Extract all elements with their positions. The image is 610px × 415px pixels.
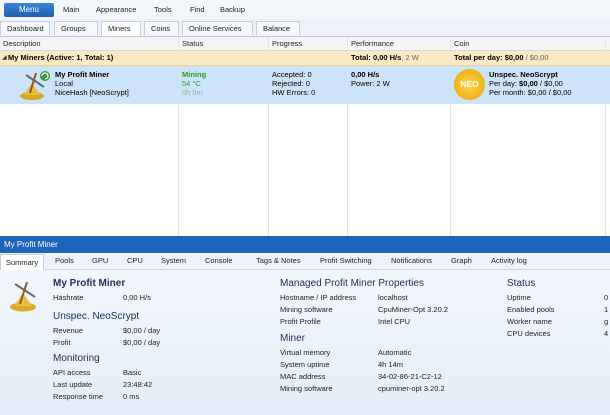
virtual-memory-value: Automatic: [378, 348, 412, 357]
miner-icon-large: [8, 278, 44, 312]
ribbon-tab-backup[interactable]: Backup: [220, 5, 245, 14]
worker-name-label: Worker name: [507, 317, 552, 326]
tab-graph[interactable]: Graph: [451, 256, 472, 265]
hashrate-label: Hashrate: [53, 293, 84, 302]
tab-miners[interactable]: Miners: [101, 21, 141, 36]
tab-gpu[interactable]: GPU: [92, 256, 108, 265]
mac-address-label: MAC address: [280, 372, 326, 381]
group-per-day-alt: / $0,00: [523, 53, 549, 62]
system-uptime-label: System uptime: [280, 360, 330, 369]
miner-uptime: 0h 0m: [182, 88, 203, 97]
tab-pools[interactable]: Pools: [55, 256, 74, 265]
tab-notifications[interactable]: Notifications: [391, 256, 432, 265]
summary-coin-title: Unspec. NeoScrypt: [53, 311, 140, 322]
column-performance[interactable]: Performance: [351, 39, 394, 48]
tab-tags-notes[interactable]: Tags & Notes: [256, 256, 301, 265]
group-row[interactable]: ◢ My Miners (Active: 1, Total: 1) Total:…: [0, 51, 610, 66]
tab-balance[interactable]: Balance: [256, 21, 300, 35]
last-update-label: Last update: [53, 380, 93, 389]
system-uptime-value: 4h 14m: [378, 360, 404, 369]
tab-console[interactable]: Console: [205, 256, 233, 265]
miner-pool: NiceHash [NeoScrypt]: [55, 88, 129, 97]
profit-profile-value: Intel CPU: [378, 317, 411, 326]
tab-online-services[interactable]: Online Services: [182, 21, 253, 35]
coin-neo-icon: NEO: [454, 69, 485, 100]
tab-dashboard[interactable]: Dashboard: [0, 21, 50, 35]
enabled-pools-value: 1: [604, 305, 609, 314]
mining-software-value: CpuMiner-Opt 3.20.2: [378, 305, 449, 314]
collapse-triangle-icon[interactable]: ◢: [2, 54, 7, 61]
group-per-day: Total per day: $0,00 / $0,00: [454, 53, 549, 63]
api-access-value: Basic: [123, 368, 142, 377]
group-total-hashrate: Total: 0,00 H/s: [351, 53, 402, 62]
miner-power: Power: 2 W: [351, 79, 390, 88]
miner-icon: [18, 69, 52, 101]
mac-address-value: 34-02-86-21-C2-12: [378, 372, 442, 381]
profit-label: Profit: [53, 338, 71, 347]
column-description[interactable]: Description: [3, 39, 41, 48]
ribbon-tab-main[interactable]: Main: [63, 5, 79, 14]
group-per-day-label: Total per day:: [454, 53, 503, 62]
cpu-devices-value: 4: [604, 329, 609, 338]
ribbon-tab-find[interactable]: Find: [190, 5, 205, 14]
detail-panel-title: My Profit Miner: [0, 236, 610, 253]
hostname-value: localhost: [378, 293, 408, 302]
worker-name-value: g: [604, 317, 609, 326]
ribbon: Menu Main Appearance Tools Find Backup: [0, 0, 610, 20]
cpu-devices-label: CPU devices: [507, 329, 551, 338]
status-uptime-label: Uptime: [507, 293, 531, 302]
column-status[interactable]: Status: [182, 39, 203, 48]
summary-panel: My Profit Miner Hashrate 0,00 H/s Unspec…: [0, 270, 610, 415]
hw-errors: HW Errors: 0: [272, 88, 316, 97]
miner-section-title: Miner: [280, 333, 306, 344]
mining-software-2-value: cpuminer-opt 3.20.2: [378, 384, 445, 393]
monitoring-title: Monitoring: [53, 353, 100, 364]
tab-groups[interactable]: Groups: [54, 21, 98, 35]
group-label: My Miners (Active: 1, Total: 1): [8, 53, 114, 62]
detail-tabs: Summary Pools GPU CPU System Console Tag…: [0, 253, 610, 270]
hashrate-value: 0,00 H/s: [123, 293, 151, 302]
response-time-label: Response time: [53, 392, 104, 401]
coin-per-day-value: $0,00: [519, 79, 538, 88]
column-coin[interactable]: Coin: [454, 39, 469, 48]
column-progress[interactable]: Progress: [272, 39, 302, 48]
ribbon-tab-tools[interactable]: Tools: [154, 5, 172, 14]
tab-system[interactable]: System: [161, 256, 186, 265]
status-title: Status: [507, 278, 536, 289]
view-tabs: Dashboard Groups Miners Coins Online Ser…: [0, 19, 610, 37]
tab-cpu[interactable]: CPU: [127, 256, 143, 265]
properties-title: Managed Profit Miner Properties: [280, 278, 424, 289]
status-uptime-value: 0: [604, 293, 609, 302]
enabled-pools-label: Enabled pools: [507, 305, 555, 314]
detail-panel-title-text: My Profit Miner: [4, 240, 58, 249]
miners-grid-header: Description Status Progress Performance …: [0, 37, 610, 51]
api-access-label: API access: [53, 368, 91, 377]
tab-coins[interactable]: Coins: [144, 21, 179, 35]
response-time-value: 0 ms: [123, 392, 140, 401]
revenue-value: $0,00 / day: [123, 326, 161, 335]
tab-profit-switching[interactable]: Profit Switching: [320, 256, 372, 265]
ribbon-tab-appearance[interactable]: Appearance: [96, 5, 136, 14]
summary-miner-title: My Profit Miner: [53, 278, 126, 289]
group-per-day-value: $0,00: [504, 53, 524, 62]
menu-button[interactable]: Menu: [4, 3, 54, 17]
coin-per-month: Per month: $0,00 / $0,00: [489, 88, 572, 97]
profit-profile-label: Profit Profile: [280, 317, 321, 326]
group-total-power: , 2 W: [401, 53, 419, 62]
revenue-label: Revenue: [53, 326, 84, 335]
last-update-value: 23:48:42: [123, 380, 153, 389]
profit-value: $0,00 / day: [123, 338, 161, 347]
coin-per-day-alt: / $0,00: [537, 79, 563, 88]
mining-software-2-label: Mining software: [280, 384, 333, 393]
tab-activity-log[interactable]: Activity log: [491, 256, 527, 265]
coin-per-day-label: Per day:: [489, 79, 517, 88]
miner-row[interactable]: My Profit Miner Local NiceHash [NeoScryp…: [0, 66, 610, 104]
mining-software-label: Mining software: [280, 305, 333, 314]
virtual-memory-label: Virtual memory: [280, 348, 331, 357]
tab-summary[interactable]: Summary: [0, 254, 45, 270]
hostname-label: Hostname / IP address: [280, 293, 357, 302]
group-total: Total: 0,00 H/s, 2 W: [351, 53, 419, 63]
